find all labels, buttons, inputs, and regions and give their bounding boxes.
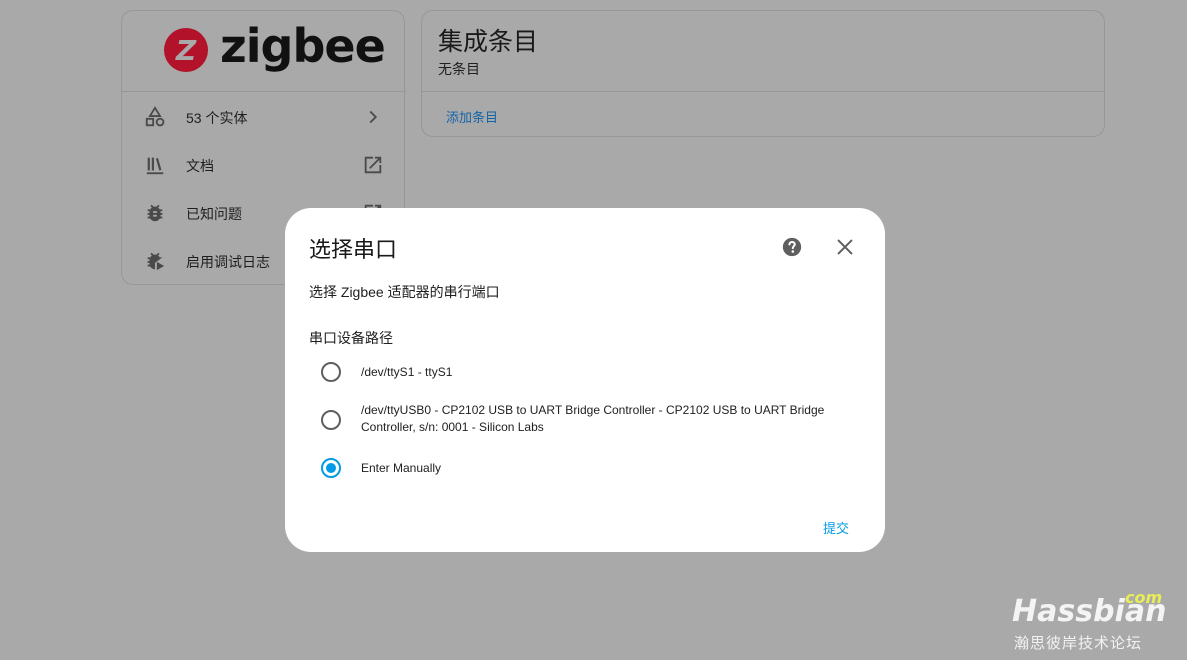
radio-option-enter-manually[interactable]: Enter Manually	[321, 456, 861, 480]
menu-item-label: 文档	[186, 158, 214, 174]
radio-option-ttyusb0[interactable]: /dev/ttyUSB0 - CP2102 USB to UART Bridge…	[321, 402, 861, 438]
radio-button[interactable]	[321, 362, 341, 382]
zigbee-logo-mark: Z	[164, 28, 208, 72]
menu-item-label: 已知问题	[186, 206, 242, 222]
zigbee-logo: Z zigbee	[122, 11, 406, 92]
dialog-title: 选择串口	[309, 237, 398, 262]
integration-entries-card: 集成条目 无条目 添加条目	[421, 10, 1105, 137]
radio-option-label: Enter Manually	[361, 461, 442, 475]
menu-item-entities[interactable]: 53 个实体	[122, 93, 406, 141]
menu-item-documentation[interactable]: 文档	[122, 141, 406, 189]
add-entry-button[interactable]: 添加条目	[446, 107, 498, 126]
watermark-subtitle: 瀚思彼岸技术论坛	[1014, 635, 1143, 652]
close-icon[interactable]	[834, 236, 856, 258]
zigbee-mark-letter: Z	[175, 33, 197, 67]
open-in-new-icon	[364, 156, 382, 174]
entries-title: 集成条目	[438, 28, 539, 56]
chevron-right-icon	[369, 110, 378, 124]
shapes-icon	[145, 106, 165, 127]
dialog-description: 选择 Zigbee 适配器的串行端口	[309, 284, 500, 300]
radio-button-selected[interactable]	[321, 458, 341, 478]
radio-option-ttys1[interactable]: /dev/ttyS1 - ttyS1	[321, 360, 861, 384]
select-serial-port-dialog: 选择串口 选择 Zigbee 适配器的串行端口 串口设备路径 /dev/ttyS…	[285, 208, 885, 552]
bug-icon	[147, 204, 163, 222]
radio-option-label: /dev/ttyS1 - ttyS1	[361, 365, 453, 379]
menu-item-label: 53 个实体	[186, 110, 248, 126]
help-icon[interactable]	[781, 236, 803, 258]
radio-button[interactable]	[321, 410, 341, 430]
library-icon	[146, 157, 164, 175]
watermark-name: Hassbian	[1012, 594, 1167, 629]
serial-path-field-label: 串口设备路径	[309, 330, 393, 346]
bug-play-icon	[147, 252, 165, 271]
submit-button[interactable]: 提交	[823, 518, 849, 537]
menu-item-label: 启用调试日志	[186, 254, 270, 270]
hassbian-watermark: com Hassbian 瀚思彼岸技术论坛	[1010, 588, 1180, 654]
zigbee-wordmark: zigbee	[220, 19, 386, 73]
radio-option-label: /dev/ttyUSB0 - CP2102 USB to UART Bridge…	[361, 403, 825, 434]
entries-subtitle: 无条目	[438, 61, 480, 77]
divider	[422, 91, 1104, 92]
